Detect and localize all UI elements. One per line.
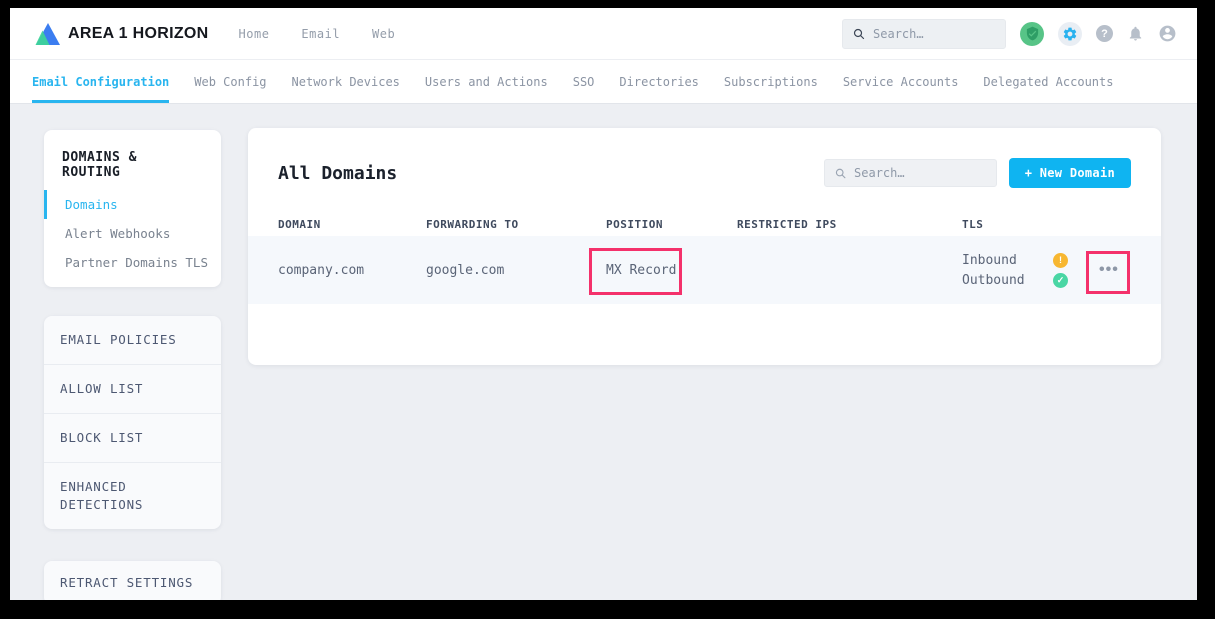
shield-check-icon[interactable] xyxy=(1020,22,1044,46)
tab-delegated-accounts[interactable]: Delegated Accounts xyxy=(983,60,1113,103)
sidebar-item-email-policies[interactable]: EMAIL POLICIES xyxy=(44,316,221,365)
sidebar-item-partner-domains-tls[interactable]: Partner Domains TLS xyxy=(44,248,221,277)
tls-outbound: Outbound ✓ xyxy=(962,273,1068,288)
help-icon[interactable]: ? xyxy=(1096,25,1113,42)
tab-service-accounts[interactable]: Service Accounts xyxy=(843,60,959,103)
tab-sso[interactable]: SSO xyxy=(573,60,595,103)
cell-position: MX Record xyxy=(606,263,737,278)
check-icon: ✓ xyxy=(1053,273,1068,288)
cell-forwarding-to: google.com xyxy=(426,263,606,278)
col-position: POSITION xyxy=(606,218,737,231)
cell-domain: company.com xyxy=(278,263,426,278)
sidebar: DOMAINS & ROUTING Domains Alert Webhooks… xyxy=(44,130,221,600)
domains-search-input[interactable] xyxy=(854,166,986,180)
sidebar-item-alert-webhooks[interactable]: Alert Webhooks xyxy=(44,219,221,248)
top-nav: Home Email Web xyxy=(239,27,396,41)
logo-text: AREA 1 HORIZON xyxy=(68,25,209,43)
search-icon xyxy=(853,27,865,41)
new-domain-button[interactable]: + New Domain xyxy=(1009,158,1131,188)
user-icon[interactable] xyxy=(1158,24,1177,43)
gear-glyph xyxy=(1062,26,1078,42)
table-row[interactable]: company.com google.com MX Record Inbound… xyxy=(248,236,1161,304)
table-header: DOMAIN FORWARDING TO POSITION RESTRICTED… xyxy=(248,212,1161,236)
sidebar-item-retract-settings[interactable]: RETRACT SETTINGS xyxy=(44,561,221,600)
sidebar-item-allow-list[interactable]: ALLOW LIST xyxy=(44,365,221,414)
logo[interactable]: AREA 1 HORIZON xyxy=(34,22,209,46)
tab-network-devices[interactable]: Network Devices xyxy=(292,60,400,103)
tab-subscriptions[interactable]: Subscriptions xyxy=(724,60,818,103)
cell-tls: Inbound ! Outbound ✓ ••• xyxy=(962,253,1161,288)
domains-routing-title: DOMAINS & ROUTING xyxy=(44,144,221,190)
app-window: AREA 1 HORIZON Home Email Web ? xyxy=(10,8,1197,600)
content-area: DOMAINS & ROUTING Domains Alert Webhooks… xyxy=(10,104,1197,600)
sidebar-item-block-list[interactable]: BLOCK LIST xyxy=(44,414,221,463)
tab-directories[interactable]: Directories xyxy=(619,60,698,103)
tls-inbound-label: Inbound xyxy=(962,253,1053,268)
panel-header: All Domains + New Domain xyxy=(248,128,1161,188)
tab-email-configuration[interactable]: Email Configuration xyxy=(32,60,169,103)
tls-inbound: Inbound ! xyxy=(962,253,1068,268)
policies-card: EMAIL POLICIES ALLOW LIST BLOCK LIST ENH… xyxy=(44,316,221,529)
top-nav-email[interactable]: Email xyxy=(301,27,340,41)
area1-triangle-icon xyxy=(34,22,61,46)
domains-routing-card: DOMAINS & ROUTING Domains Alert Webhooks… xyxy=(44,130,221,287)
gear-icon[interactable] xyxy=(1058,22,1082,46)
retract-settings-card: RETRACT SETTINGS xyxy=(44,561,221,600)
warning-icon: ! xyxy=(1053,253,1068,268)
top-nav-home[interactable]: Home xyxy=(239,27,270,41)
col-forwarding-to: FORWARDING TO xyxy=(426,218,606,231)
row-actions-menu-button[interactable]: ••• xyxy=(1095,256,1123,284)
shield-glyph xyxy=(1025,26,1040,41)
bell-icon[interactable] xyxy=(1127,25,1144,42)
global-search-input[interactable] xyxy=(873,27,995,41)
global-search[interactable] xyxy=(842,19,1006,49)
sidebar-item-enhanced-detections[interactable]: ENHANCED DETECTIONS xyxy=(44,463,221,529)
page-title: All Domains xyxy=(278,163,397,184)
top-nav-web[interactable]: Web xyxy=(372,27,395,41)
col-restricted-ips: RESTRICTED IPS xyxy=(737,218,962,231)
tls-outbound-label: Outbound xyxy=(962,273,1053,288)
search-icon xyxy=(835,167,846,180)
col-tls: TLS xyxy=(962,218,1161,231)
col-domain: DOMAIN xyxy=(278,218,426,231)
tab-web-config[interactable]: Web Config xyxy=(194,60,266,103)
all-domains-panel: All Domains + New Domain DOMAIN FORWARDI… xyxy=(248,128,1161,365)
top-bar-right: ? xyxy=(842,19,1177,49)
domains-search[interactable] xyxy=(824,159,997,187)
section-tabs: Email Configuration Web Config Network D… xyxy=(10,60,1197,104)
sidebar-item-domains[interactable]: Domains xyxy=(44,190,221,219)
top-bar: AREA 1 HORIZON Home Email Web ? xyxy=(10,8,1197,60)
tab-users-and-actions[interactable]: Users and Actions xyxy=(425,60,548,103)
tls-status-list: Inbound ! Outbound ✓ xyxy=(962,253,1068,288)
